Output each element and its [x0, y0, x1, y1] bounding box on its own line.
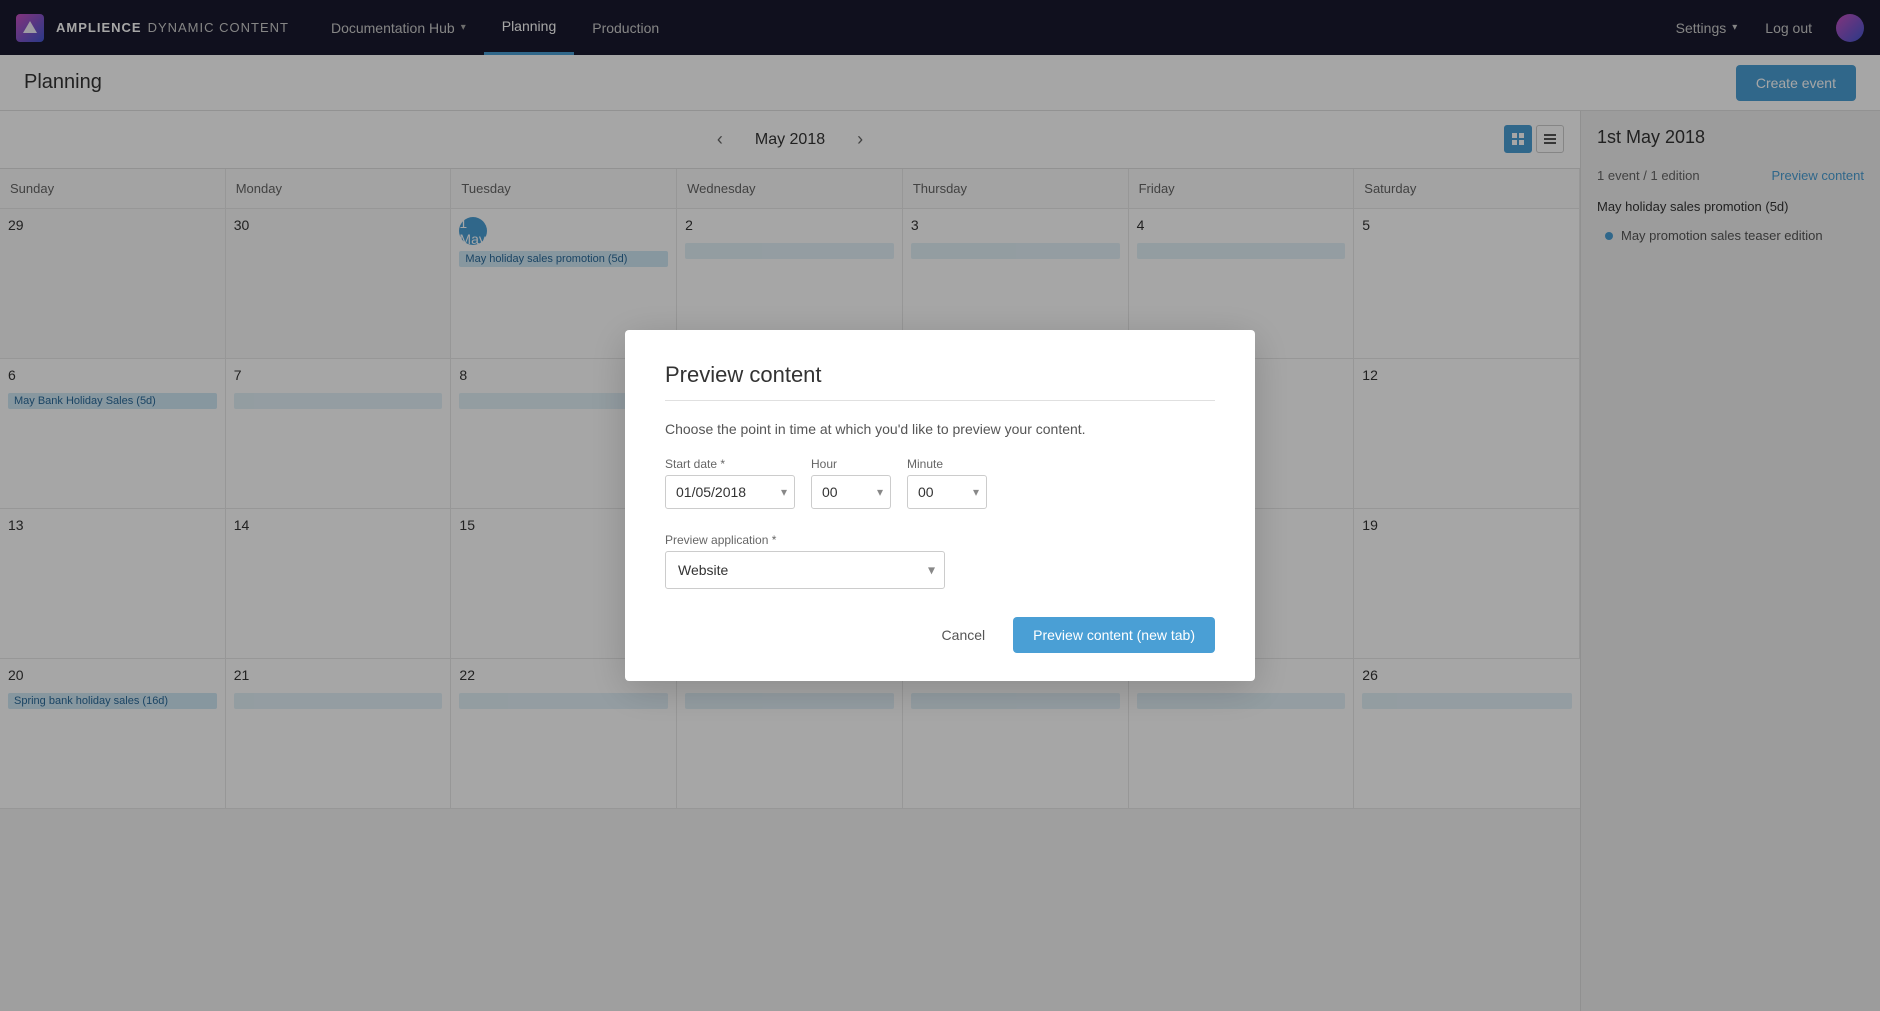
start-date-select-wrapper: 01/05/2018 [665, 475, 795, 509]
modal-actions: Cancel Preview content (new tab) [665, 617, 1215, 653]
start-date-select[interactable]: 01/05/2018 [665, 475, 795, 509]
start-date-label: Start date * [665, 457, 795, 471]
preview-app-label: Preview application * [665, 533, 1215, 547]
preview-app-select[interactable]: Website [665, 551, 945, 589]
modal-divider [665, 400, 1215, 401]
preview-app-select-wrapper: Website [665, 551, 945, 589]
modal-description: Choose the point in time at which you'd … [665, 421, 1215, 437]
modal-overlay[interactable]: Preview content Choose the point in time… [0, 0, 1880, 1011]
minute-group: Minute 00153045 [907, 457, 987, 509]
cancel-button[interactable]: Cancel [926, 617, 1002, 653]
preview-app-section: Preview application * Website [665, 533, 1215, 589]
modal-date-fields: Start date * 01/05/2018 Hour 00010203 04… [665, 457, 1215, 509]
hour-label: Hour [811, 457, 891, 471]
start-date-group: Start date * 01/05/2018 [665, 457, 795, 509]
minute-select[interactable]: 00153045 [907, 475, 987, 509]
minute-label: Minute [907, 457, 987, 471]
minute-select-wrapper: 00153045 [907, 475, 987, 509]
preview-content-modal: Preview content Choose the point in time… [625, 330, 1255, 681]
hour-select[interactable]: 00010203 04050607 08091011 12131415 1617… [811, 475, 891, 509]
modal-title: Preview content [665, 362, 1215, 388]
preview-content-button[interactable]: Preview content (new tab) [1013, 617, 1215, 653]
hour-group: Hour 00010203 04050607 08091011 12131415… [811, 457, 891, 509]
hour-select-wrapper: 00010203 04050607 08091011 12131415 1617… [811, 475, 891, 509]
